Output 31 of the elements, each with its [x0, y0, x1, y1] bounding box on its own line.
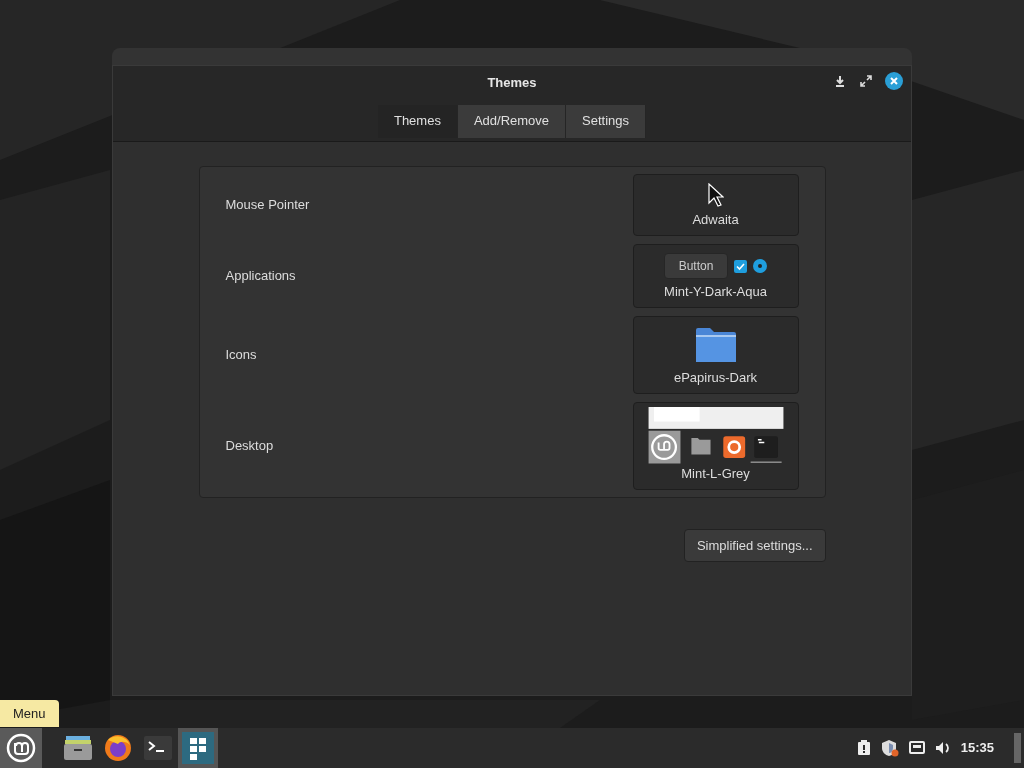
mint-logo-icon: [6, 733, 36, 763]
checkbox-icon: [734, 259, 748, 273]
clock[interactable]: 15:35: [960, 738, 994, 758]
sample-button: Button: [663, 253, 729, 279]
close-icon[interactable]: [885, 72, 903, 90]
window-title: Themes: [487, 74, 537, 92]
shield-icon[interactable]: [880, 739, 899, 757]
row-label: Applications: [225, 267, 296, 286]
simplified-settings-button[interactable]: Simplified settings...: [683, 529, 826, 562]
theme-preview-button[interactable]: Mint-L-Grey: [632, 402, 799, 490]
clipboard-icon[interactable]: [856, 740, 871, 756]
theme-preview-button[interactable]: Button Mint-Y-Dark-Aqua: [632, 244, 799, 308]
theme-preview-button[interactable]: Adwaita: [632, 174, 799, 236]
download-icon[interactable]: [833, 74, 847, 88]
maximize-icon[interactable]: [859, 74, 873, 88]
tab[interactable]: Add/Remove: [457, 104, 567, 138]
tab[interactable]: Settings: [566, 104, 647, 138]
row-label: Desktop: [225, 437, 274, 456]
row-label: Mouse Pointer: [225, 196, 310, 215]
browser-icon: [102, 732, 134, 764]
pointer-icon: [707, 183, 724, 207]
folder-icon: [694, 327, 737, 363]
theme-preview-button[interactable]: ePapirus-Dark: [632, 316, 799, 394]
network-icon[interactable]: [908, 741, 925, 755]
tooltip: Menu: [0, 700, 59, 727]
launcher-button[interactable]: [178, 728, 218, 768]
volume-icon[interactable]: [934, 740, 951, 756]
row-label: Icons: [225, 346, 257, 365]
menu-button[interactable]: [0, 728, 42, 768]
radio-icon: [753, 259, 768, 273]
grid-icon: [182, 732, 214, 764]
